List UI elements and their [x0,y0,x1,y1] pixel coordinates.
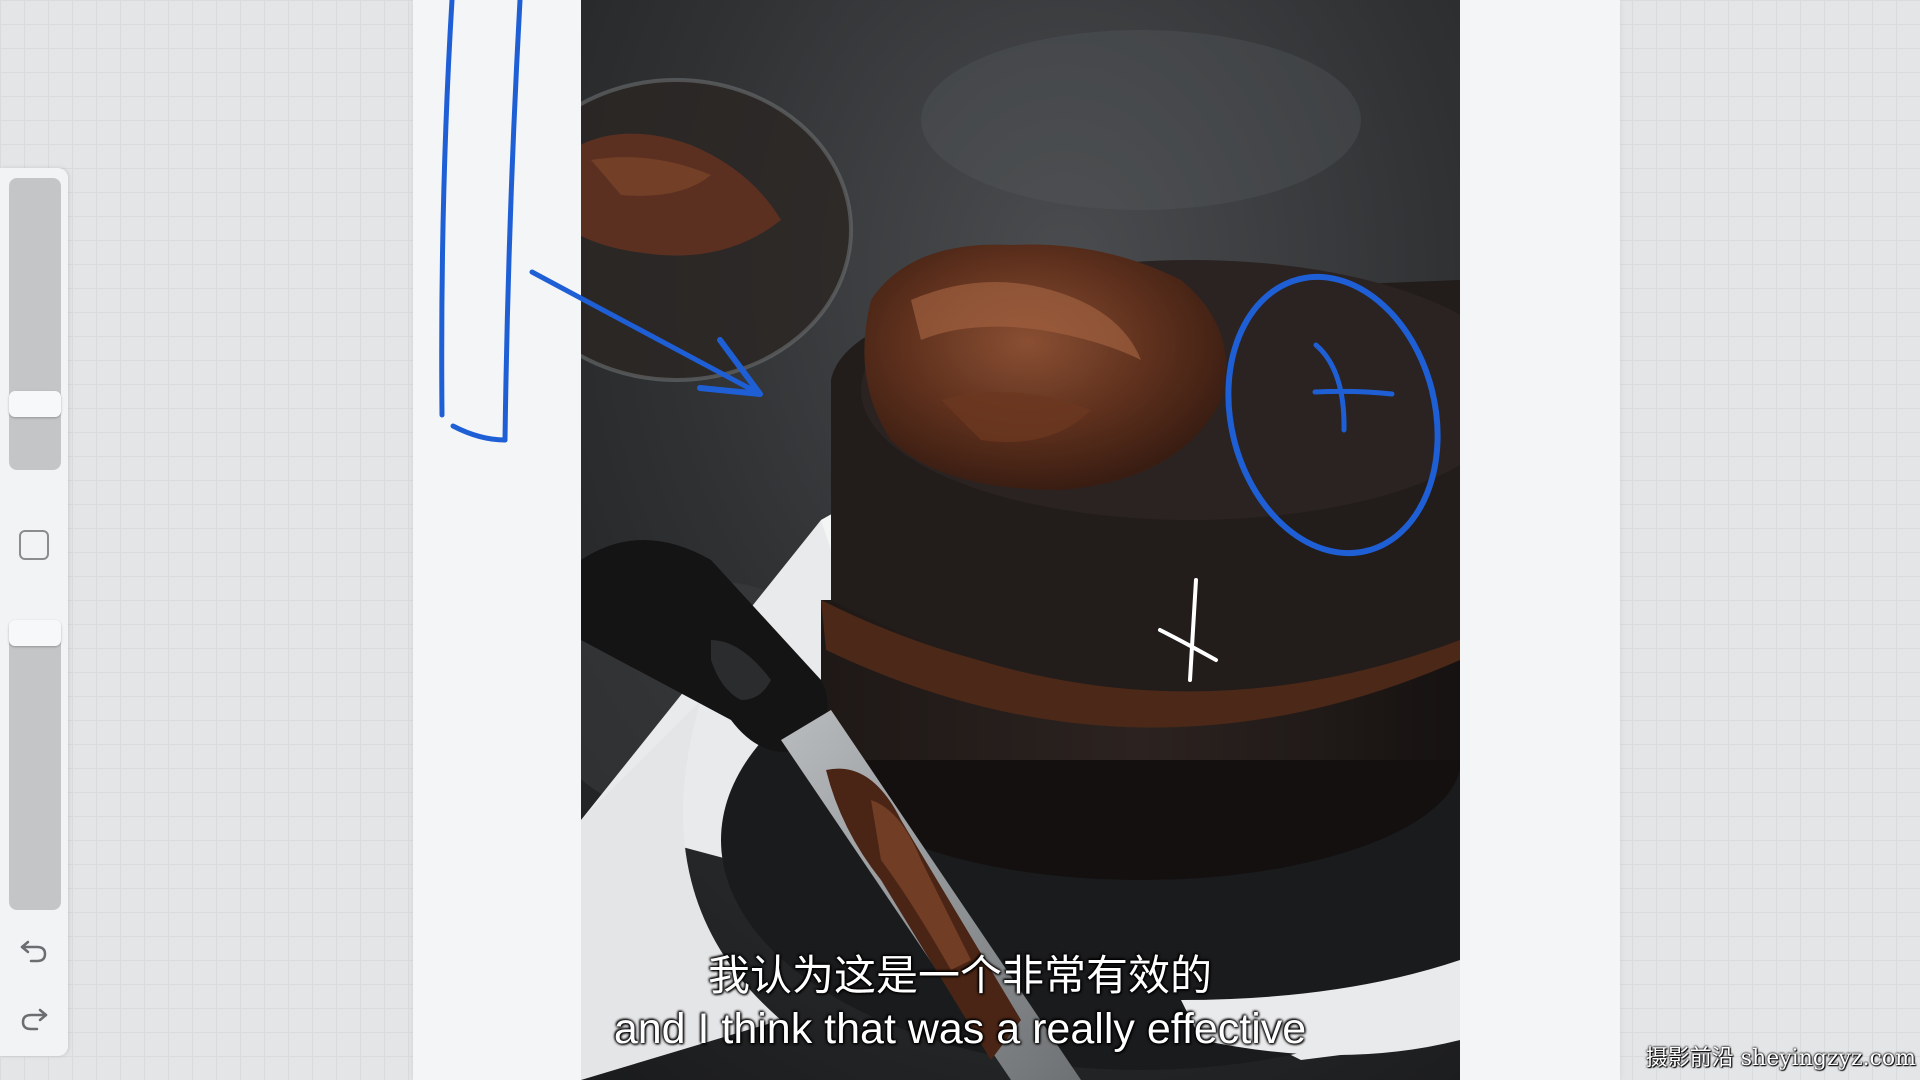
brush-size-slider[interactable] [9,178,61,470]
square-icon[interactable] [19,530,49,560]
subtitle-english: and I think that was a really effective [613,1005,1307,1053]
opacity-slider-thumb[interactable] [9,620,61,646]
subtitle-chinese: 我认为这是一个非常有效的 [707,951,1212,1000]
drawing-sidebar [0,168,68,1056]
opacity-slider[interactable] [9,620,61,910]
cake-photo [581,0,1460,1080]
brush-size-slider-thumb[interactable] [9,391,61,417]
watermark: 摄影前沿 sheyingzyz.com [1645,1046,1916,1071]
